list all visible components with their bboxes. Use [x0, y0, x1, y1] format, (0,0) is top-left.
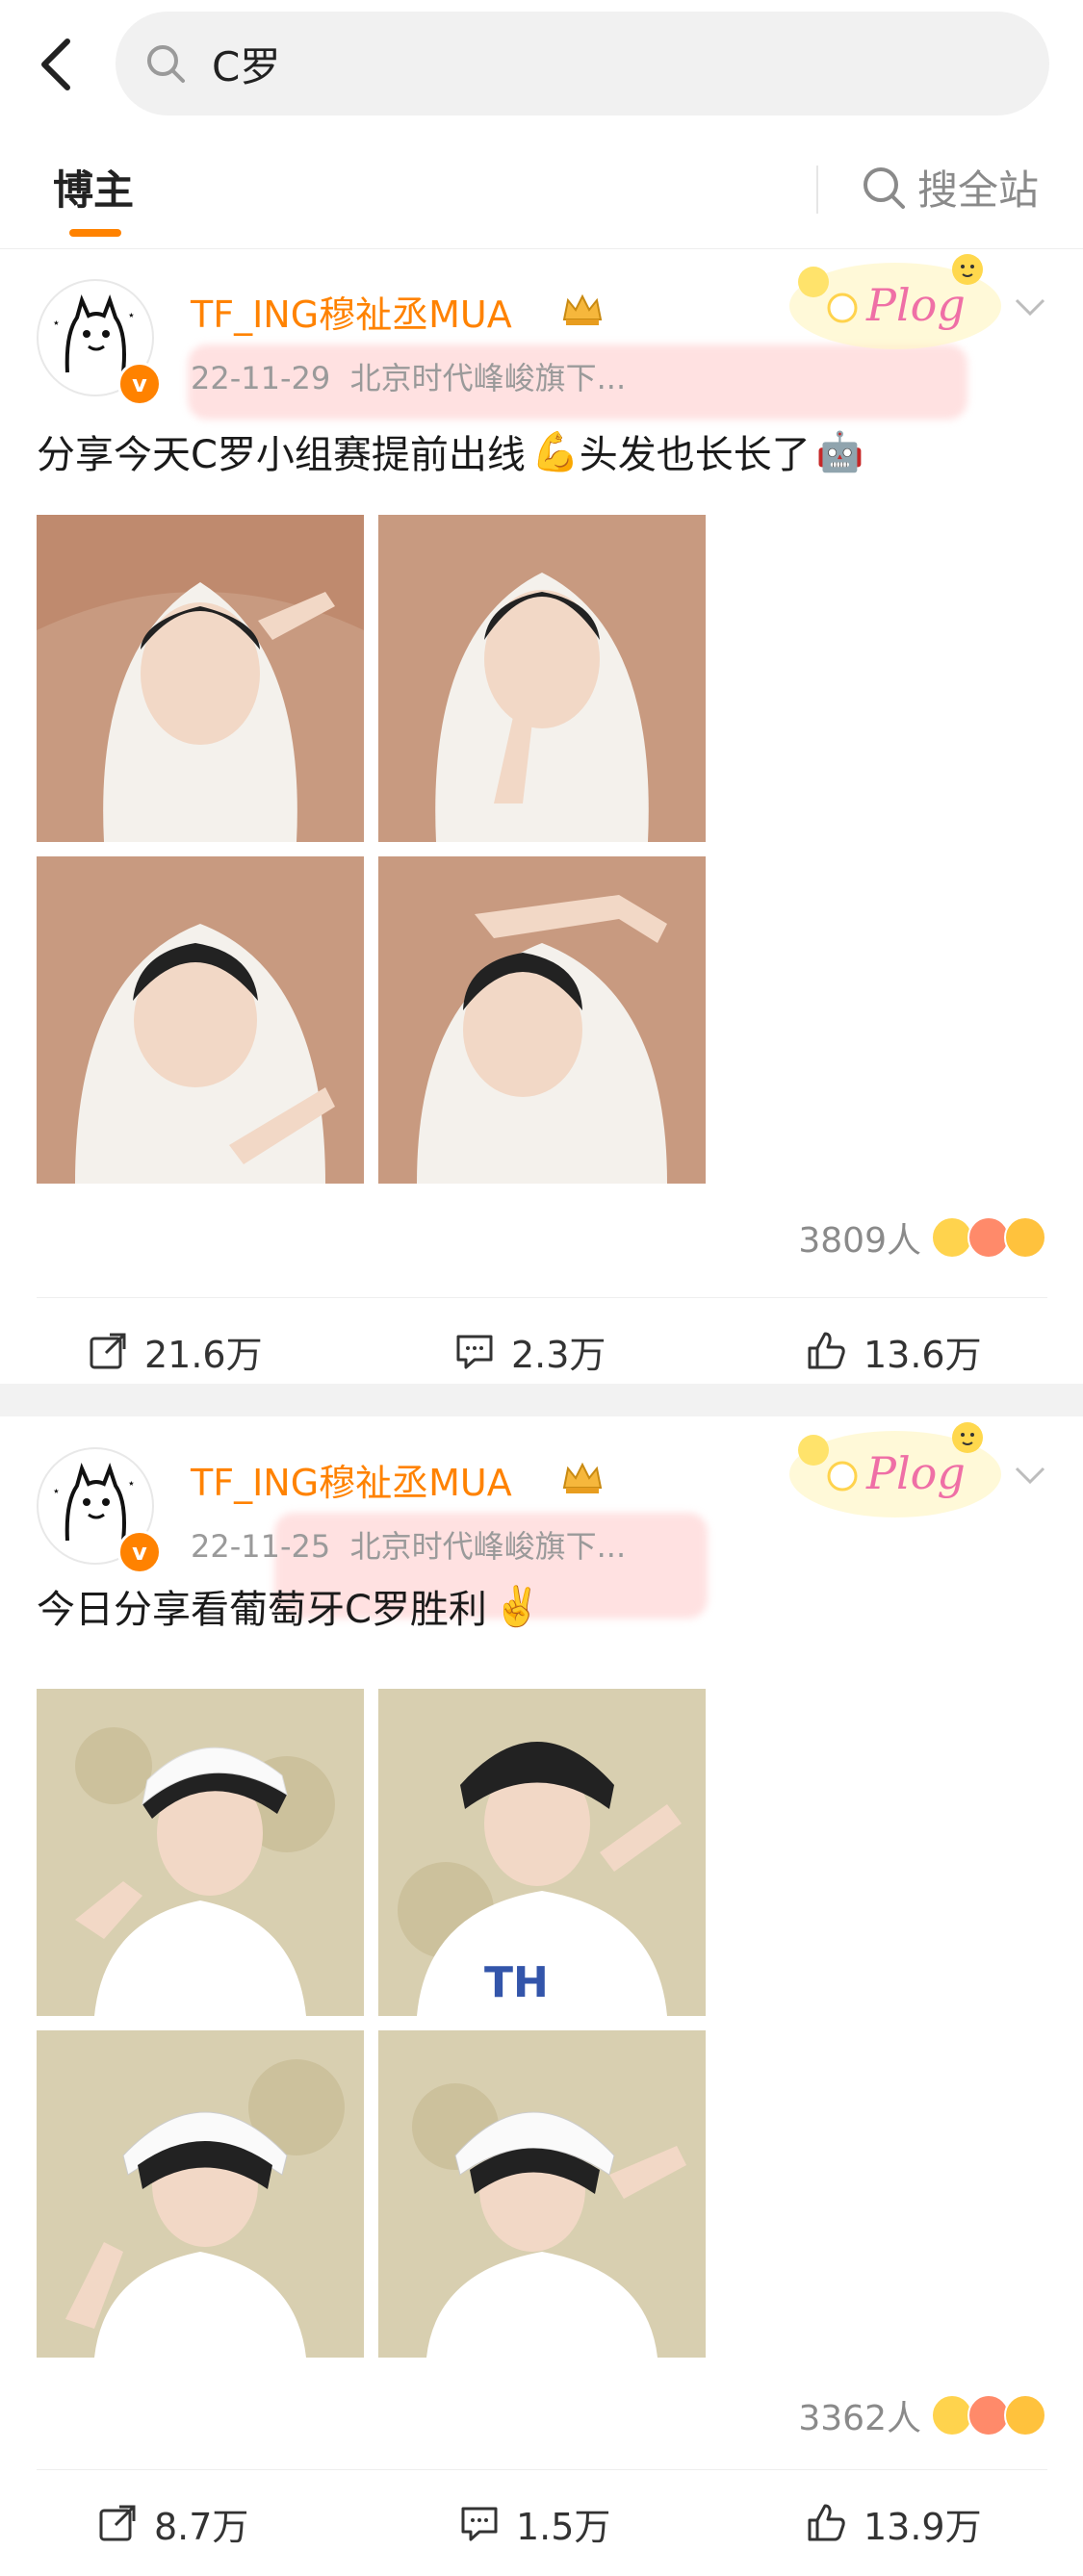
- reactions-summary[interactable]: 3809人: [798, 1212, 1046, 1262]
- reaction-count: 3362人: [798, 2399, 921, 2438]
- search-query: C罗: [212, 42, 281, 90]
- photo-grid: TH: [37, 1689, 706, 2358]
- search-icon: [864, 166, 905, 209]
- back-button[interactable]: [27, 29, 85, 100]
- thumb-up-icon: [808, 1332, 845, 1369]
- photo-thumbnail[interactable]: [378, 856, 706, 1184]
- svg-text:Plog: Plog: [865, 279, 966, 331]
- flexed-bicep-emoji: 💪: [530, 429, 580, 474]
- photo-thumbnail[interactable]: [37, 2030, 364, 2358]
- svg-text:⋆: ⋆: [127, 1476, 136, 1492]
- repost-button[interactable]: 8.7万: [96, 2470, 248, 2576]
- post-card[interactable]: ⋆ ⋆ v TF_ING穆祉丞MUA 22-11-25 北京时代峰峻旗下... P…: [0, 1416, 1083, 2575]
- photo-thumbnail[interactable]: [378, 2030, 706, 2358]
- comment-button[interactable]: 1.5万: [458, 2470, 610, 2576]
- like-button[interactable]: 13.9万: [804, 2470, 982, 2576]
- search-input[interactable]: C罗: [116, 12, 1049, 115]
- search-icon: [142, 40, 189, 87]
- search-all-label: 搜全站: [917, 166, 1040, 214]
- photo-thumbnail[interactable]: TH: [378, 1689, 706, 2016]
- verified-badge: v: [117, 362, 162, 406]
- reactions-summary[interactable]: 3362人: [798, 2390, 1046, 2440]
- svg-text:⋆: ⋆: [127, 308, 136, 323]
- post-text: 今日分享看葡萄牙C罗胜利 ✌️: [37, 1584, 541, 1633]
- tab-divider: [816, 166, 818, 214]
- crown-icon: [562, 1462, 603, 1493]
- victory-hand-emoji: ✌️: [492, 1584, 541, 1629]
- plog-sticker: Plog: [789, 1422, 1001, 1518]
- like-count: 13.6万: [864, 1333, 982, 1376]
- smile-emoji-icon: [1004, 1216, 1046, 1259]
- action-bar: 8.7万 1.5万 13.9万: [37, 2469, 1047, 2576]
- comment-icon: [461, 2507, 498, 2541]
- chevron-down-icon[interactable]: [1011, 1457, 1049, 1495]
- comment-count: 1.5万: [516, 2505, 611, 2548]
- plog-sticker: Plog: [789, 254, 1001, 349]
- comment-icon: [456, 1335, 493, 1369]
- photo-thumbnail[interactable]: [37, 515, 364, 842]
- chevron-left-icon: [41, 38, 70, 90]
- chevron-down-icon[interactable]: [1011, 289, 1049, 327]
- thumb-up-icon: [808, 2504, 845, 2541]
- photo-thumbnail[interactable]: [378, 515, 706, 842]
- tab-bar: 博主 搜全站: [0, 144, 1083, 249]
- robot-emoji: 🤖: [815, 429, 864, 474]
- photo-grid: [37, 515, 706, 1184]
- reaction-count: 3809人: [798, 1221, 921, 1261]
- tab-blogger[interactable]: 博主: [53, 158, 134, 217]
- username[interactable]: TF_ING穆祉丞MUA: [191, 285, 512, 338]
- svg-text:⋆: ⋆: [52, 316, 61, 331]
- share-icon: [90, 1333, 126, 1369]
- post-meta-date: 22-11-25 北京时代峰峻旗下...: [191, 1528, 627, 1565]
- repost-count: 21.6万: [144, 1333, 263, 1376]
- crown-icon: [562, 293, 603, 325]
- comment-count: 2.3万: [511, 1333, 606, 1376]
- share-icon: [99, 2505, 136, 2541]
- post-separator: [0, 1384, 1083, 1416]
- like-count: 13.9万: [864, 2505, 982, 2548]
- svg-text:⋆: ⋆: [52, 1484, 61, 1499]
- tab-active-indicator: [69, 229, 121, 237]
- photo-thumbnail[interactable]: [37, 1689, 364, 2016]
- smile-emoji-icon: [1004, 2394, 1046, 2436]
- photo-thumbnail[interactable]: [37, 856, 364, 1184]
- repost-count: 8.7万: [154, 2505, 249, 2548]
- username[interactable]: TF_ING穆祉丞MUA: [191, 1453, 512, 1506]
- post-text: 分享今天C罗小组赛提前出线 💪 头发也长长了 🤖: [37, 429, 864, 478]
- search-header: C罗: [0, 0, 1083, 130]
- post-meta-date: 22-11-29 北京时代峰峻旗下...: [191, 360, 627, 396]
- svg-text:Plog: Plog: [865, 1447, 966, 1499]
- verified-badge: v: [117, 1530, 162, 1574]
- search-all-button[interactable]: 搜全站: [862, 158, 1039, 217]
- post-card[interactable]: ⋆ ⋆ v TF_ING穆祉丞MUA 22-11-29 北京时代峰峻旗下... P…: [0, 248, 1083, 1384]
- svg-text:TH: TH: [484, 1958, 549, 2007]
